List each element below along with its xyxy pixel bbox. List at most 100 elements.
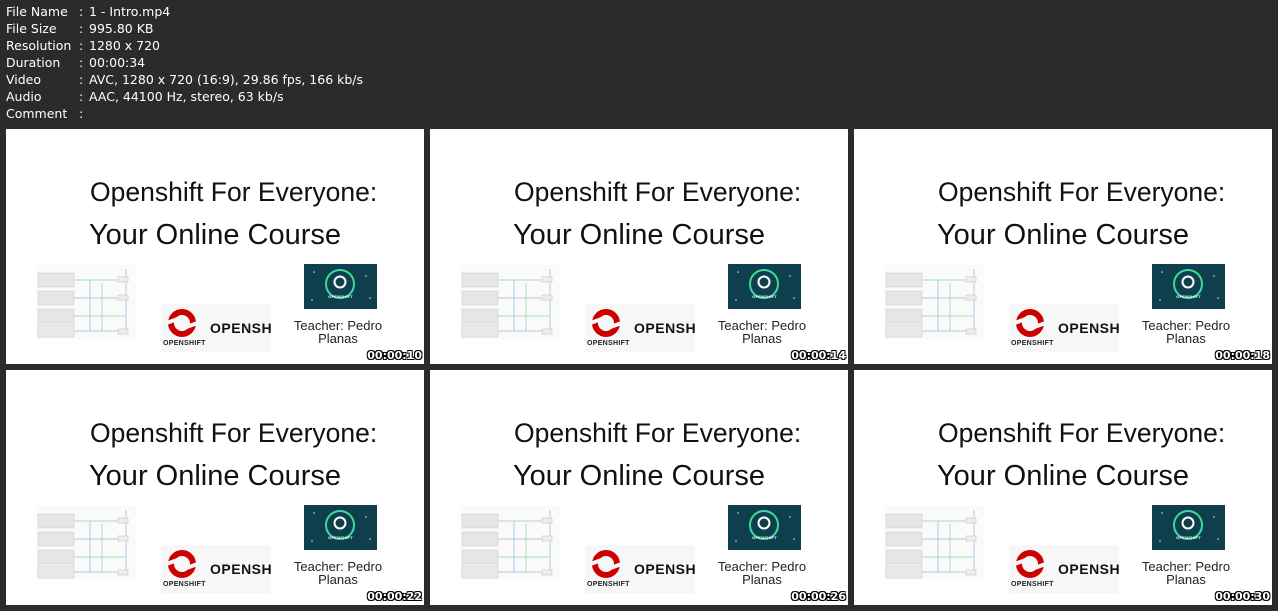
redhat-openshift-logo: OPENSH OPENSHIFT <box>1009 304 1121 352</box>
openshift-card-icon <box>1159 510 1219 542</box>
slide-title-line2: Your Online Course <box>89 460 342 492</box>
file-size-row: File Size : 995.80 KB <box>6 20 363 37</box>
separator: : <box>79 72 84 87</box>
slide-title-line1: Openshift For Everyone: <box>938 177 1226 207</box>
openshift-card: OPENSHIFT <box>304 505 377 550</box>
openshift-ring-icon <box>589 550 623 578</box>
openshift-card: OPENSHIFT <box>304 264 377 309</box>
timestamp: 00:00:14 <box>791 349 846 362</box>
duration-value: 00:00:34 <box>89 55 146 70</box>
architecture-diagram-icon <box>36 506 136 580</box>
file-name-row: File Name : 1 - Intro.mp4 <box>6 3 363 20</box>
openshift-card-icon <box>311 269 371 301</box>
card-label: OPENSHIFT <box>1176 294 1201 299</box>
redhat-openshift-logo: OPENSH OPENSHIFT <box>585 304 697 352</box>
slide-title-line1: Openshift For Everyone: <box>90 177 378 207</box>
separator: : <box>79 21 84 36</box>
logo-wordmark: OPENSH <box>210 561 273 577</box>
architecture-diagram-icon <box>460 265 560 339</box>
slide-title-line2: Your Online Course <box>937 219 1190 251</box>
teacher-name: Teacher: Pedro Planas <box>717 318 807 346</box>
architecture-diagram-icon <box>36 265 136 339</box>
logo-subtext: OPENSHIFT <box>587 581 630 588</box>
card-label: OPENSHIFT <box>1176 535 1201 540</box>
file-name-value: 1 - Intro.mp4 <box>89 4 171 19</box>
audio-label: Audio <box>6 89 42 104</box>
card-label: OPENSHIFT <box>328 294 353 299</box>
openshift-card-icon <box>735 269 795 301</box>
card-label: OPENSHIFT <box>328 535 353 540</box>
logo-wordmark: OPENSH <box>1058 320 1121 336</box>
teacher-name: Teacher: Pedro Planas <box>717 559 807 587</box>
separator: : <box>79 55 84 70</box>
resolution-label: Resolution <box>6 38 72 53</box>
separator: : <box>79 4 84 19</box>
slide-title-line1: Openshift For Everyone: <box>514 418 802 448</box>
timestamp: 00:00:30 <box>1215 590 1270 603</box>
openshift-card: OPENSHIFT <box>1152 505 1225 550</box>
file-info-panel: File Name : 1 - Intro.mp4 File Size : 99… <box>6 3 363 122</box>
slide-title-line1: Openshift For Everyone: <box>514 177 802 207</box>
logo-wordmark: OPENSH <box>1058 561 1121 577</box>
architecture-diagram-icon <box>460 506 560 580</box>
file-name-label: File Name <box>6 4 68 19</box>
slide-title-line2: Your Online Course <box>89 219 342 251</box>
openshift-card-icon <box>735 510 795 542</box>
duration-label: Duration <box>6 55 61 70</box>
video-thumbnail[interactable]: Openshift For Everyone: Your Online Cour… <box>430 129 848 364</box>
redhat-openshift-logo: OPENSH OPENSHIFT <box>161 304 273 352</box>
timestamp: 00:00:18 <box>1215 349 1270 362</box>
slide-title-line1: Openshift For Everyone: <box>938 418 1226 448</box>
slide-title-line2: Your Online Course <box>513 219 766 251</box>
architecture-diagram-icon <box>884 506 984 580</box>
video-value: AVC, 1280 x 720 (16:9), 29.86 fps, 166 k… <box>89 72 364 87</box>
openshift-card-icon <box>311 510 371 542</box>
slide-title-line2: Your Online Course <box>937 460 1190 492</box>
video-thumbnail[interactable]: Openshift For Everyone: Your Online Cour… <box>854 370 1272 605</box>
logo-subtext: OPENSHIFT <box>163 581 206 588</box>
redhat-openshift-logo: OPENSH OPENSHIFT <box>585 545 697 593</box>
logo-subtext: OPENSHIFT <box>163 340 206 347</box>
audio-row: Audio : AAC, 44100 Hz, stereo, 63 kb/s <box>6 88 363 105</box>
architecture-diagram-icon <box>884 265 984 339</box>
logo-wordmark: OPENSH <box>634 561 697 577</box>
logo-subtext: OPENSHIFT <box>1011 581 1054 588</box>
card-label: OPENSHIFT <box>752 535 777 540</box>
redhat-openshift-logo: OPENSH OPENSHIFT <box>161 545 273 593</box>
video-thumbnail[interactable]: Openshift For Everyone: Your Online Cour… <box>6 129 424 364</box>
logo-wordmark: OPENSH <box>210 320 273 336</box>
slide-title-line2: Your Online Course <box>513 460 766 492</box>
video-label: Video <box>6 72 42 87</box>
video-row: Video : AVC, 1280 x 720 (16:9), 29.86 fp… <box>6 71 363 88</box>
resolution-row: Resolution : 1280 x 720 <box>6 37 363 54</box>
openshift-card: OPENSHIFT <box>728 264 801 309</box>
comment-label: Comment <box>6 106 68 121</box>
timestamp: 00:00:22 <box>367 590 422 603</box>
video-thumbnail[interactable]: Openshift For Everyone: Your Online Cour… <box>430 370 848 605</box>
comment-row: Comment : <box>6 105 363 122</box>
teacher-name: Teacher: Pedro Planas <box>293 318 383 346</box>
redhat-openshift-logo: OPENSH OPENSHIFT <box>1009 545 1121 593</box>
openshift-card-icon <box>1159 269 1219 301</box>
openshift-ring-icon <box>1013 309 1047 337</box>
video-thumbnail[interactable]: Openshift For Everyone: Your Online Cour… <box>6 370 424 605</box>
separator: : <box>79 89 84 104</box>
openshift-ring-icon <box>589 309 623 337</box>
logo-wordmark: OPENSH <box>634 320 697 336</box>
openshift-ring-icon <box>165 550 199 578</box>
teacher-name: Teacher: Pedro Planas <box>293 559 383 587</box>
openshift-ring-icon <box>1013 550 1047 578</box>
separator: : <box>79 106 84 121</box>
resolution-value: 1280 x 720 <box>89 38 161 53</box>
video-thumbnail[interactable]: Openshift For Everyone: Your Online Cour… <box>854 129 1272 364</box>
duration-row: Duration : 00:00:34 <box>6 54 363 71</box>
file-size-label: File Size <box>6 21 57 36</box>
teacher-name: Teacher: Pedro Planas <box>1141 559 1231 587</box>
file-size-value: 995.80 KB <box>89 21 154 36</box>
card-label: OPENSHIFT <box>752 294 777 299</box>
timestamp: 00:00:10 <box>367 349 422 362</box>
logo-subtext: OPENSHIFT <box>1011 340 1054 347</box>
openshift-ring-icon <box>165 309 199 337</box>
audio-value: AAC, 44100 Hz, stereo, 63 kb/s <box>89 89 284 104</box>
separator: : <box>79 38 84 53</box>
